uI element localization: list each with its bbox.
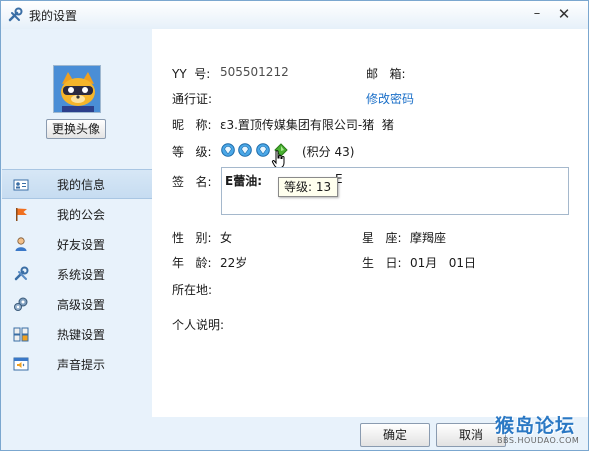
bio-label: 个人说明: [172,318,225,332]
settings-window: 我的设置 – ✕ 更换头像 我的信息 我的公会 好友设置 系统设置 高级设置 热… [0,0,589,451]
close-button[interactable]: ✕ [556,6,572,22]
gender-label: 性 别: [172,231,212,245]
change-avatar-button[interactable]: 更换头像 [46,119,106,139]
sidebar-item-hotkey-settings[interactable]: 热键设置 [2,319,152,349]
diamond-icon[interactable] [221,143,235,157]
yy-number-label: YY 号: [172,67,211,81]
email-label: 邮 箱: [366,67,406,81]
person-icon [15,237,27,251]
sidebar-item-sound-alerts[interactable]: 声音提示 [2,349,152,379]
raccoon-avatar-icon [54,66,100,112]
avatar [53,65,101,113]
birthday-label: 生 日: [362,256,402,270]
minimize-button[interactable]: – [529,6,545,22]
change-password-link[interactable]: 修改密码 [366,90,414,107]
signature-label: 签 名: [172,175,212,189]
zodiac-label: 星 座: [362,231,402,245]
nickname-value: ε3.置顶传媒集团有限公司-猪 猪 [220,118,394,132]
diamond-icon[interactable] [256,143,270,157]
level-label: 等 级: [172,145,212,159]
yy-number-value: 505501212 [220,65,289,79]
window-title: 我的设置 [29,9,78,23]
sidebar-item-label: 我的信息 [57,177,106,192]
sidebar-item-my-info[interactable]: 我的信息 [2,169,152,199]
diamond-icon[interactable] [238,143,252,157]
signature-field[interactable]: E蕾油: E [221,167,569,215]
sidebar-item-advanced-settings[interactable]: 高级设置 [2,289,152,319]
sidebar: 更换头像 我的信息 我的公会 好友设置 系统设置 高级设置 热键设置 声音提示 [2,29,152,417]
watermark-url: BBS.HOUDAO.COM [497,436,580,445]
gender-value: 女 [220,231,233,245]
passport-label: 通行证: [172,92,213,106]
profile-panel: YY 号: 505501212 邮 箱: 通行证: 修改密码 昵 称: ε3.置… [152,29,588,417]
age-label: 年 龄: [172,256,212,270]
sidebar-item-label: 我的公会 [57,207,106,222]
nickname-label: 昵 称: [172,118,212,132]
tools-icon [8,7,23,22]
sidebar-item-my-guild[interactable]: 我的公会 [2,199,152,229]
sidebar-item-friend-settings[interactable]: 好友设置 [2,229,152,259]
gears-icon [14,297,28,311]
sidebar-item-label: 高级设置 [57,297,106,312]
location-label: 所在地: [172,283,213,297]
keyboard-icon [13,327,29,342]
id-card-icon [13,179,29,191]
watermark: 猴岛论坛 BBS.HOUDAO.COM [495,411,587,449]
level-tooltip: 等级: 13 [278,177,338,197]
signature-value: E蕾油: [225,174,262,188]
points-text: (积分 43) [302,145,355,159]
ok-button[interactable]: 确定 [360,423,430,447]
sidebar-item-label: 系统设置 [57,267,106,282]
sidebar-item-system-settings[interactable]: 系统设置 [2,259,152,289]
sidebar-nav: 我的信息 我的公会 好友设置 系统设置 高级设置 热键设置 声音提示 [2,169,152,379]
sidebar-item-label: 声音提示 [57,357,106,372]
zodiac-value: 摩羯座 [410,231,447,245]
title-bar: 我的设置 – ✕ [1,1,588,29]
watermark-text: 猴岛论坛 [495,415,576,437]
sidebar-item-label: 好友设置 [57,237,106,252]
speaker-window-icon [13,357,29,371]
sidebar-item-label: 热键设置 [57,327,106,342]
birthday-value: 01月 01日 [410,256,476,270]
tools-icon [14,266,29,281]
flag-icon [16,208,27,221]
age-value: 22岁 [220,256,248,270]
